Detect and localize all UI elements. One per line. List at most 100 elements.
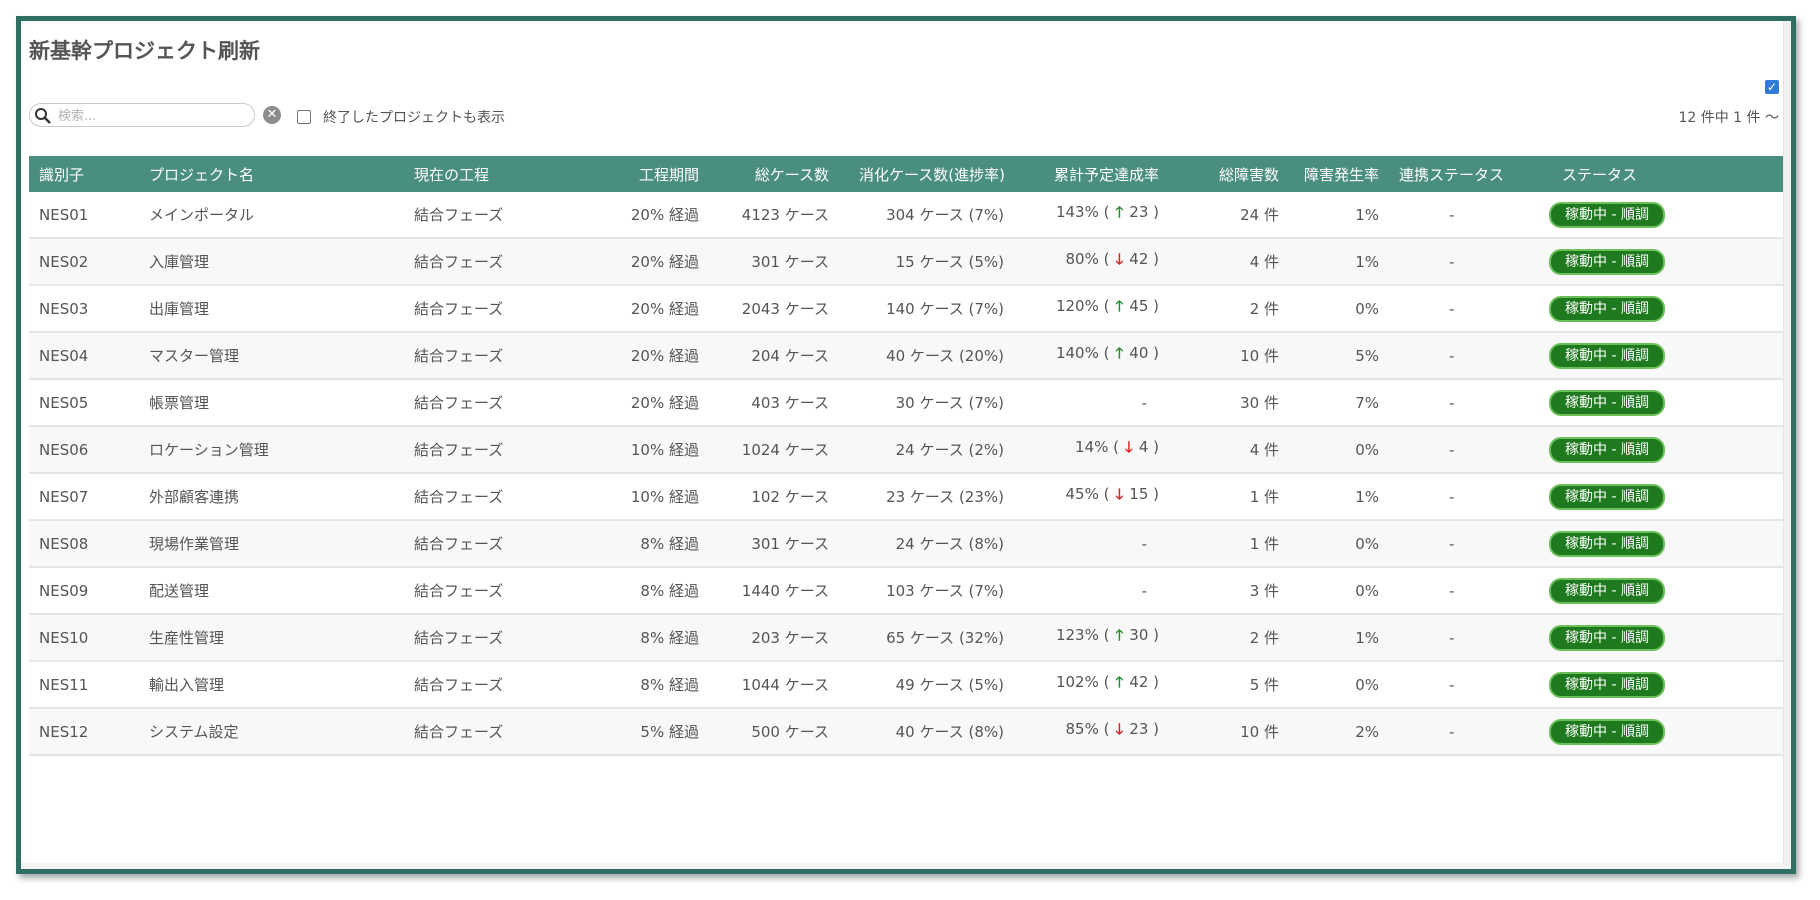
col-header-bugs[interactable]: 総障害数 [1199,156,1294,192]
cell-bugs: 10 件 [1199,332,1294,380]
col-header-done[interactable]: 消化ケース数(進捗率) [849,156,1024,192]
up-arrow-icon: 🡑 [1115,297,1124,315]
cell-rate: - [1024,520,1199,568]
cell-bugs: 2 件 [1199,614,1294,662]
status-badge[interactable]: 稼動中 - 順調 [1549,530,1665,557]
cell-link-status: - [1389,379,1504,427]
cell-rate: 102% (🡑 42 ) [1024,661,1199,709]
table-row[interactable]: NES10 生産性管理 結合フェーズ 8% 経過 203 ケース 65 ケース (32%)… [29,614,1785,662]
col-header-status[interactable]: ステータス [1504,156,1785,192]
table-row[interactable]: NES08 現場作業管理 結合フェーズ 8% 経過 301 ケース 24 ケース (8%)… [29,520,1785,568]
col-header-rate[interactable]: 累計予定達成率 [1024,156,1199,192]
col-header-phase[interactable]: 現在の工程 [404,156,594,192]
cell-done: 65 ケース (32%) [849,614,1024,662]
cell-total: 102 ケース [719,473,849,521]
vertical-scrollbar[interactable] [1783,21,1791,869]
cell-phase: 結合フェーズ [404,238,594,286]
cell-bug-rate: 0% [1294,426,1389,474]
cell-bug-rate: 1% [1294,473,1389,521]
rate-value: 85% ( [1065,720,1110,738]
cell-bug-rate: 2% [1294,708,1389,756]
cell-status: 稼動中 - 順調 [1504,567,1785,615]
down-arrow-icon: 🡓 [1115,720,1124,738]
up-arrow-icon: 🡑 [1115,626,1124,644]
cell-bugs: 1 件 [1199,520,1294,568]
cell-id: NES09 [29,567,139,615]
cell-status: 稼動中 - 順調 [1504,661,1785,709]
status-badge[interactable]: 稼動中 - 順調 [1549,624,1665,651]
table-row[interactable]: NES01 メインポータル 結合フェーズ 20% 経過 4123 ケース 304 ケース … [29,192,1785,239]
status-badge[interactable]: 稼動中 - 順調 [1549,295,1665,322]
cell-status: 稼動中 - 順調 [1504,285,1785,333]
cell-link-status: - [1389,520,1504,568]
cell-name: 輸出入管理 [139,661,404,709]
horizontal-scrollbar[interactable] [21,863,1791,869]
table-row[interactable]: NES06 ロケーション管理 結合フェーズ 10% 経過 1024 ケース 24 ケース … [29,426,1785,474]
top-right-checkbox[interactable]: ✓ [1765,80,1779,94]
rate-diff: 4 ) [1138,438,1159,456]
rate-value: 143% ( [1055,203,1110,221]
cell-name: 現場作業管理 [139,520,404,568]
col-header-total[interactable]: 総ケース数 [719,156,849,192]
col-header-link-status[interactable]: 連携ステータス [1389,156,1504,192]
cell-total: 301 ケース [719,520,849,568]
cell-rate: - [1024,379,1199,427]
table-row[interactable]: NES07 外部顧客連携 結合フェーズ 10% 経過 102 ケース 23 ケース (23… [29,473,1785,521]
up-arrow-icon: 🡑 [1115,203,1124,221]
table-row[interactable]: NES12 システム設定 結合フェーズ 5% 経過 500 ケース 40 ケース (8%)… [29,708,1785,756]
cell-bug-rate: 7% [1294,379,1389,427]
cell-name: 入庫管理 [139,238,404,286]
search-input[interactable] [56,106,250,126]
cell-link-status: - [1389,567,1504,615]
cell-name: 外部顧客連携 [139,473,404,521]
cell-status: 稼動中 - 順調 [1504,520,1785,568]
cell-total: 403 ケース [719,379,849,427]
cell-name: 生産性管理 [139,614,404,662]
status-badge[interactable]: 稼動中 - 順調 [1549,248,1665,275]
col-header-bug-rate[interactable]: 障害発生率 [1294,156,1389,192]
cell-name: メインポータル [139,192,404,239]
col-header-name[interactable]: プロジェクト名 [139,156,404,192]
rate-diff: 40 ) [1129,344,1159,362]
status-badge[interactable]: 稼動中 - 順調 [1549,342,1665,369]
cell-bugs: 1 件 [1199,473,1294,521]
cell-period: 10% 経過 [594,473,719,521]
col-header-id[interactable]: 識別子 [29,156,139,192]
status-badge[interactable]: 稼動中 - 順調 [1549,671,1665,698]
table-row[interactable]: NES02 入庫管理 結合フェーズ 20% 経過 301 ケース 15 ケース (5%) 8… [29,238,1785,286]
col-header-period[interactable]: 工程期間 [594,156,719,192]
status-badge[interactable]: 稼動中 - 順調 [1549,436,1665,463]
cell-id: NES02 [29,238,139,286]
search-box[interactable] [29,103,255,127]
rate-value: 14% ( [1075,438,1120,456]
show-ended-toggle[interactable]: 終了したプロジェクトも表示 [297,107,505,127]
up-arrow-icon: 🡑 [1115,673,1124,691]
cell-phase: 結合フェーズ [404,473,594,521]
status-badge[interactable]: 稼動中 - 順調 [1549,718,1665,745]
table-row[interactable]: NES09 配送管理 結合フェーズ 8% 経過 1440 ケース 103 ケース (7%)… [29,567,1785,615]
cell-id: NES11 [29,661,139,709]
down-arrow-icon: 🡓 [1115,485,1124,503]
cell-bug-rate: 0% [1294,520,1389,568]
status-badge[interactable]: 稼動中 - 順調 [1549,201,1665,228]
table-row[interactable]: NES04 マスター管理 結合フェーズ 20% 経過 204 ケース 40 ケース (20… [29,332,1785,380]
cell-id: NES12 [29,708,139,756]
status-badge[interactable]: 稼動中 - 順調 [1549,389,1665,416]
down-arrow-icon: 🡓 [1115,250,1124,268]
table-row[interactable]: NES11 輸出入管理 結合フェーズ 8% 経過 1044 ケース 49 ケース (5%)… [29,661,1785,709]
rate-diff: 30 ) [1129,626,1159,644]
clear-icon[interactable]: ✕ [263,106,281,124]
cell-name: 帳票管理 [139,379,404,427]
show-ended-checkbox[interactable] [297,110,311,124]
status-badge[interactable]: 稼動中 - 順調 [1549,483,1665,510]
cell-phase: 結合フェーズ [404,614,594,662]
cell-done: 24 ケース (2%) [849,426,1024,474]
cell-done: 49 ケース (5%) [849,661,1024,709]
status-badge[interactable]: 稼動中 - 順調 [1549,577,1665,604]
cell-name: 配送管理 [139,567,404,615]
table-row[interactable]: NES03 出庫管理 結合フェーズ 20% 経過 2043 ケース 140 ケース (7%… [29,285,1785,333]
table-row[interactable]: NES05 帳票管理 結合フェーズ 20% 経過 403 ケース 30 ケース (7%) -… [29,379,1785,427]
cell-bugs: 24 件 [1199,192,1294,239]
cell-name: 出庫管理 [139,285,404,333]
show-ended-label: 終了したプロジェクトも表示 [323,110,505,126]
